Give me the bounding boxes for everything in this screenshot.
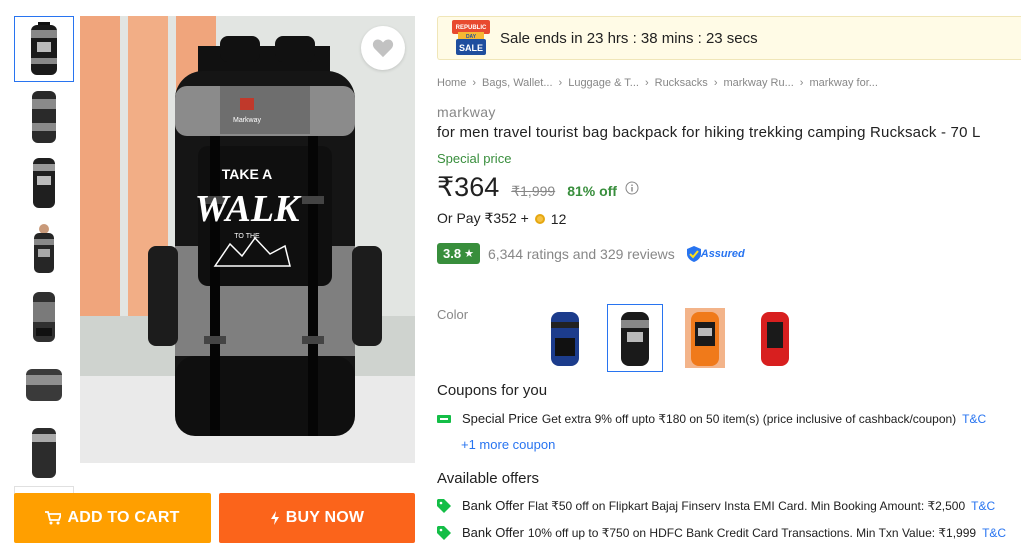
thumbnail-7[interactable] [14, 418, 74, 484]
coupon-tnc-link[interactable]: T&C [962, 412, 986, 426]
chevron-right-icon: › [472, 77, 477, 89]
selling-price: ₹364 [437, 172, 500, 202]
sale-badge-icon: REPUBLIC DAY SALE [452, 20, 490, 55]
discount-percent: 81% off [567, 183, 617, 199]
info-icon[interactable] [625, 181, 639, 195]
coupon-title: Special Price [462, 411, 538, 426]
or-pay-text: Or Pay ₹352 + [437, 210, 529, 226]
thumbnail-3[interactable] [14, 150, 74, 216]
offer-item: Bank Offer Flat ₹50 off on Flipkart Baja… [437, 498, 995, 513]
coupon-text: Get extra 9% off upto ₹180 on 50 item(s)… [541, 411, 957, 426]
buy-now-label: BUY NOW [285, 509, 365, 526]
offers-heading: Available offers [437, 470, 540, 487]
shield-icon [686, 245, 701, 262]
offer-title: Bank Offer [462, 525, 524, 540]
rating-badge[interactable]: 3.8 ★ [437, 243, 480, 264]
thumbnail-4[interactable] [14, 217, 74, 283]
offer-tag-icon [437, 525, 451, 540]
add-to-cart-button[interactable]: ADD TO CART [14, 493, 211, 543]
offer-tnc-link[interactable]: T&C [982, 526, 1006, 540]
coupon-item: Special Price Get extra 9% off upto ₹180… [437, 411, 986, 426]
price-row: ₹364 ₹1,999 81% off [437, 172, 639, 203]
breadcrumb-item[interactable]: Rucksacks [655, 77, 708, 89]
assured-badge: Assured [686, 245, 745, 262]
print-line-1: TAKE A [222, 166, 273, 182]
sale-badge-line3: SALE [459, 43, 483, 53]
color-option-blue[interactable] [537, 304, 593, 372]
thumbnail-6[interactable] [14, 351, 74, 417]
chevron-right-icon: › [558, 77, 563, 89]
buy-now-button[interactable]: BUY NOW [219, 493, 415, 543]
chevron-right-icon: › [644, 77, 649, 89]
breadcrumb: Home › Bags, Wallet... › Luggage & T... › Ruck… [437, 77, 878, 89]
offer-text: Flat ₹50 off on Flipkart Bajaj Finserv I… [527, 498, 966, 513]
sale-badge-line2: DAY [466, 34, 477, 40]
thumbnail-5[interactable] [14, 284, 74, 350]
coupons-heading: Coupons for you [437, 382, 548, 399]
rating-value: 3.8 [443, 246, 462, 261]
color-option-black[interactable] [607, 304, 663, 372]
color-option-red[interactable] [747, 304, 803, 372]
lightning-icon [270, 511, 280, 525]
supercoin-icon [534, 213, 545, 224]
coupon-icon [437, 414, 451, 424]
brand-logo-text: Markway [233, 117, 262, 124]
assured-label: Assured [700, 247, 745, 260]
color-option-orange[interactable] [677, 304, 733, 372]
thumbnail-list [14, 16, 76, 508]
star-icon: ★ [464, 248, 474, 260]
color-label: Color [437, 307, 469, 322]
breadcrumb-item[interactable]: Luggage & T... [568, 77, 639, 89]
thumbnail-2[interactable] [14, 83, 74, 149]
breadcrumb-item[interactable]: markway for... [809, 77, 877, 89]
chevron-right-icon: › [713, 77, 718, 89]
backpack-illustration: Markway TAKE A WALK TO THE [80, 16, 415, 463]
ratings-reviews-count[interactable]: 6,344 ratings and 329 reviews [488, 246, 675, 262]
heart-icon [372, 39, 394, 58]
color-swatches [537, 304, 817, 372]
brand-name[interactable]: markway [437, 104, 496, 120]
offer-text: 10% off up to ₹750 on HDFC Bank Credit C… [527, 525, 977, 540]
rating-row: 3.8 ★ 6,344 ratings and 329 reviews Assu… [437, 243, 745, 264]
cart-icon [45, 511, 62, 525]
original-price: ₹1,999 [511, 183, 556, 199]
sale-badge-line1: REPUBLIC [456, 25, 487, 31]
offer-tnc-link[interactable]: T&C [971, 499, 995, 513]
main-product-image[interactable]: Markway TAKE A WALK TO THE [80, 16, 415, 463]
supercoin-pay: Or Pay ₹352 + 12 [437, 210, 566, 227]
breadcrumb-item[interactable]: markway Ru... [723, 77, 793, 89]
offer-title: Bank Offer [462, 498, 524, 513]
product-title: for men travel tourist bag backpack for … [437, 124, 981, 141]
supercoin-count: 12 [550, 210, 567, 227]
special-price-label: Special price [437, 151, 512, 166]
wishlist-button[interactable] [361, 26, 405, 70]
offer-tag-icon [437, 498, 451, 513]
add-to-cart-label: ADD TO CART [67, 509, 180, 526]
sale-banner: REPUBLIC DAY SALE Sale ends in 23 hrs : … [437, 16, 1021, 60]
thumbnail-1[interactable] [14, 16, 74, 82]
sale-countdown: Sale ends in 23 hrs : 38 mins : 23 secs [500, 29, 758, 47]
more-coupons-link[interactable]: +1 more coupon [461, 437, 555, 452]
offer-item: Bank Offer 10% off up to ₹750 on HDFC Ba… [437, 525, 1006, 540]
print-line-2: WALK [195, 188, 303, 230]
breadcrumb-item[interactable]: Home [437, 77, 466, 89]
breadcrumb-item[interactable]: Bags, Wallet... [482, 77, 553, 89]
chevron-right-icon: › [799, 77, 804, 89]
